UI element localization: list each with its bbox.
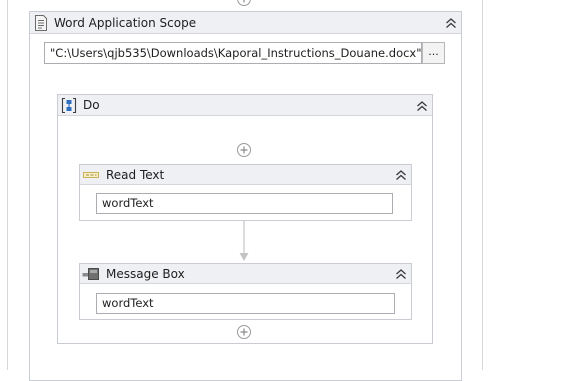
message-box-activity[interactable]: Message Box wordText	[79, 263, 412, 320]
read-text-header[interactable]: Read Text	[80, 165, 411, 185]
sequence-icon	[61, 97, 77, 114]
read-text-title: Read Text	[106, 168, 165, 182]
word-application-scope-activity[interactable]: Word Application Scope "C:\Users\qjb535\…	[29, 11, 462, 381]
read-text-icon	[83, 172, 99, 178]
connector-arrow	[239, 221, 249, 261]
document-icon	[35, 15, 47, 31]
add-activity-top-icon[interactable]	[236, 0, 252, 7]
message-box-header[interactable]: Message Box	[80, 264, 411, 284]
canvas-guide-left	[7, 0, 8, 370]
add-activity-icon[interactable]	[236, 142, 252, 158]
do-sequence[interactable]: Do Read Text wordText Message Box wordTe…	[57, 94, 433, 344]
collapse-sequence-icon[interactable]	[415, 99, 429, 113]
message-box-icon	[82, 268, 99, 280]
word-application-scope-title: Word Application Scope	[54, 16, 197, 30]
word-application-scope-header[interactable]: Word Application Scope	[30, 12, 461, 34]
collapse-message-box-icon[interactable]	[394, 267, 408, 281]
file-path-input[interactable]: "C:\Users\qjb535\Downloads\Kaporal_Instr…	[44, 42, 422, 64]
message-box-text-field[interactable]: wordText	[96, 293, 395, 314]
collapse-scope-icon[interactable]	[444, 16, 458, 30]
browse-file-button[interactable]: ...	[422, 42, 445, 64]
add-activity-bottom-icon[interactable]	[236, 324, 252, 340]
do-sequence-header[interactable]: Do	[58, 95, 432, 116]
collapse-read-text-icon[interactable]	[394, 168, 408, 182]
read-text-activity[interactable]: Read Text wordText	[79, 164, 412, 221]
do-sequence-title: Do	[83, 98, 100, 112]
message-box-title: Message Box	[106, 267, 185, 281]
read-text-output-field[interactable]: wordText	[96, 193, 393, 214]
canvas-guide-right	[482, 0, 483, 370]
